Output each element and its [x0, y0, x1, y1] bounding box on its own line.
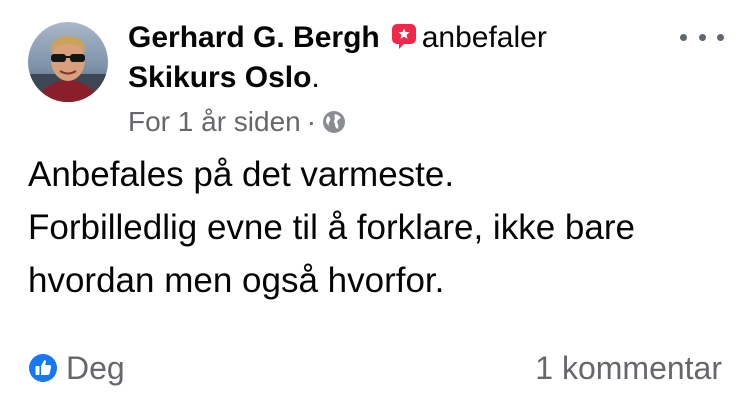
reactions-label: Deg — [66, 350, 125, 386]
meta-separator: · — [306, 106, 317, 137]
post-footer: Deg 1 kommentar — [28, 346, 722, 390]
more-horizontal-icon — [698, 33, 706, 41]
post-body: Anbefales på det varmeste. Forbilledlig … — [28, 148, 728, 307]
recommend-verb: anbefaler — [421, 21, 547, 54]
post-body-line: Forbilledlig evne til å forklare, ikke b… — [28, 208, 635, 247]
like-icon — [29, 354, 57, 382]
post-meta: For 1 år siden · — [128, 104, 346, 140]
more-horizontal-icon — [680, 33, 687, 41]
comments-count-link[interactable]: 1 kommentar — [535, 346, 722, 390]
more-options-button[interactable] — [680, 22, 724, 52]
post-body-line: Anbefales på det varmeste. — [28, 155, 455, 194]
post-body-line: hvordan men også hvorfor. — [28, 261, 445, 300]
recommend-flag-icon — [390, 21, 418, 49]
page-name-link[interactable]: Skikurs Oslo — [128, 61, 311, 94]
timestamp-link[interactable]: For 1 år siden — [128, 106, 301, 137]
sentence-period: . — [311, 61, 320, 94]
more-horizontal-icon — [717, 33, 724, 41]
globe-icon — [322, 107, 346, 133]
author-name[interactable]: Gerhard G. Bergh — [128, 21, 380, 54]
post-header: Gerhard G. Bergh anbefaler Skikurs Oslo. — [128, 18, 688, 98]
recommendation-post: Gerhard G. Bergh anbefaler Skikurs Oslo.… — [0, 0, 750, 406]
reactions-summary[interactable]: Deg — [28, 346, 125, 390]
avatar[interactable] — [28, 22, 108, 102]
